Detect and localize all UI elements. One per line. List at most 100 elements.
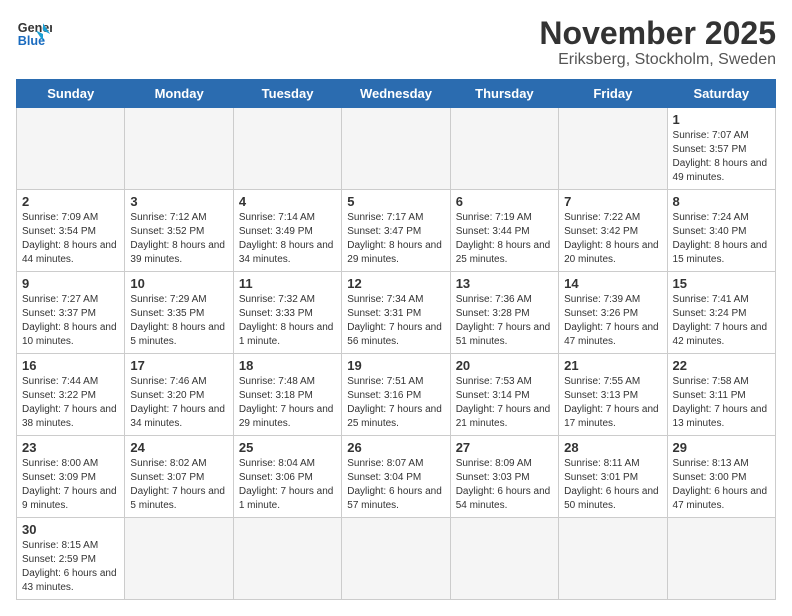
sunrise: Sunrise: 8:09 AM <box>456 457 553 471</box>
calendar-week-1: 1 Sunrise: 7:07 AM Sunset: 3:57 PM Dayli… <box>17 108 776 190</box>
daylight: Daylight: 8 hours and 15 minutes. <box>673 239 770 267</box>
daylight: Daylight: 8 hours and 44 minutes. <box>22 239 119 267</box>
day-number: 22 <box>673 358 770 373</box>
header: General Blue November 2025 Eriksberg, St… <box>16 16 776 69</box>
daylight: Daylight: 6 hours and 43 minutes. <box>22 567 119 595</box>
day-info: Sunrise: 7:39 AM Sunset: 3:26 PM Dayligh… <box>564 293 661 349</box>
calendar-cell <box>342 518 450 600</box>
sunrise: Sunrise: 7:17 AM <box>347 211 444 225</box>
day-number: 4 <box>239 194 336 209</box>
calendar-cell: 20 Sunrise: 7:53 AM Sunset: 3:14 PM Dayl… <box>450 354 558 436</box>
location: Eriksberg, Stockholm, Sweden <box>539 51 776 69</box>
day-number: 1 <box>673 112 770 127</box>
day-info: Sunrise: 7:46 AM Sunset: 3:20 PM Dayligh… <box>130 375 227 431</box>
sunset: Sunset: 3:40 PM <box>673 225 770 239</box>
sunrise: Sunrise: 7:27 AM <box>22 293 119 307</box>
day-number: 6 <box>456 194 553 209</box>
sunset: Sunset: 3:01 PM <box>564 471 661 485</box>
sunrise: Sunrise: 8:13 AM <box>673 457 770 471</box>
sunrise: Sunrise: 8:02 AM <box>130 457 227 471</box>
sunrise: Sunrise: 8:11 AM <box>564 457 661 471</box>
calendar-cell: 1 Sunrise: 7:07 AM Sunset: 3:57 PM Dayli… <box>667 108 775 190</box>
day-info: Sunrise: 7:51 AM Sunset: 3:16 PM Dayligh… <box>347 375 444 431</box>
sunrise: Sunrise: 7:09 AM <box>22 211 119 225</box>
daylight: Daylight: 8 hours and 49 minutes. <box>673 157 770 185</box>
day-number: 20 <box>456 358 553 373</box>
sunset: Sunset: 3:11 PM <box>673 389 770 403</box>
day-info: Sunrise: 7:19 AM Sunset: 3:44 PM Dayligh… <box>456 211 553 267</box>
sunrise: Sunrise: 7:36 AM <box>456 293 553 307</box>
calendar-cell: 10 Sunrise: 7:29 AM Sunset: 3:35 PM Dayl… <box>125 272 233 354</box>
calendar-cell: 17 Sunrise: 7:46 AM Sunset: 3:20 PM Dayl… <box>125 354 233 436</box>
calendar-cell: 16 Sunrise: 7:44 AM Sunset: 3:22 PM Dayl… <box>17 354 125 436</box>
day-number: 21 <box>564 358 661 373</box>
header-tuesday: Tuesday <box>233 80 341 108</box>
sunrise: Sunrise: 7:39 AM <box>564 293 661 307</box>
calendar-cell: 22 Sunrise: 7:58 AM Sunset: 3:11 PM Dayl… <box>667 354 775 436</box>
day-number: 14 <box>564 276 661 291</box>
daylight: Daylight: 7 hours and 13 minutes. <box>673 403 770 431</box>
month-title: November 2025 <box>539 16 776 51</box>
sunset: Sunset: 3:47 PM <box>347 225 444 239</box>
day-info: Sunrise: 8:11 AM Sunset: 3:01 PM Dayligh… <box>564 457 661 513</box>
day-number: 18 <box>239 358 336 373</box>
calendar-cell <box>559 518 667 600</box>
daylight: Daylight: 7 hours and 5 minutes. <box>130 485 227 513</box>
calendar-cell <box>233 518 341 600</box>
day-info: Sunrise: 7:53 AM Sunset: 3:14 PM Dayligh… <box>456 375 553 431</box>
sunset: Sunset: 3:03 PM <box>456 471 553 485</box>
day-info: Sunrise: 7:09 AM Sunset: 3:54 PM Dayligh… <box>22 211 119 267</box>
sunset: Sunset: 3:33 PM <box>239 307 336 321</box>
sunset: Sunset: 3:20 PM <box>130 389 227 403</box>
calendar-cell: 27 Sunrise: 8:09 AM Sunset: 3:03 PM Dayl… <box>450 436 558 518</box>
day-number: 3 <box>130 194 227 209</box>
sunset: Sunset: 3:31 PM <box>347 307 444 321</box>
day-number: 23 <box>22 440 119 455</box>
calendar-cell <box>667 518 775 600</box>
header-wednesday: Wednesday <box>342 80 450 108</box>
calendar-cell: 29 Sunrise: 8:13 AM Sunset: 3:00 PM Dayl… <box>667 436 775 518</box>
day-info: Sunrise: 7:27 AM Sunset: 3:37 PM Dayligh… <box>22 293 119 349</box>
sunrise: Sunrise: 8:15 AM <box>22 539 119 553</box>
daylight: Daylight: 8 hours and 10 minutes. <box>22 321 119 349</box>
daylight: Daylight: 7 hours and 51 minutes. <box>456 321 553 349</box>
sunrise: Sunrise: 7:48 AM <box>239 375 336 389</box>
day-number: 16 <box>22 358 119 373</box>
sunrise: Sunrise: 8:04 AM <box>239 457 336 471</box>
sunrise: Sunrise: 7:44 AM <box>22 375 119 389</box>
sunrise: Sunrise: 7:29 AM <box>130 293 227 307</box>
day-info: Sunrise: 7:29 AM Sunset: 3:35 PM Dayligh… <box>130 293 227 349</box>
header-monday: Monday <box>125 80 233 108</box>
daylight: Daylight: 7 hours and 38 minutes. <box>22 403 119 431</box>
calendar-cell <box>559 108 667 190</box>
day-number: 9 <box>22 276 119 291</box>
calendar-cell: 3 Sunrise: 7:12 AM Sunset: 3:52 PM Dayli… <box>125 190 233 272</box>
day-info: Sunrise: 7:12 AM Sunset: 3:52 PM Dayligh… <box>130 211 227 267</box>
day-info: Sunrise: 7:07 AM Sunset: 3:57 PM Dayligh… <box>673 129 770 185</box>
calendar-cell: 26 Sunrise: 8:07 AM Sunset: 3:04 PM Dayl… <box>342 436 450 518</box>
day-info: Sunrise: 7:58 AM Sunset: 3:11 PM Dayligh… <box>673 375 770 431</box>
calendar-week-5: 23 Sunrise: 8:00 AM Sunset: 3:09 PM Dayl… <box>17 436 776 518</box>
daylight: Daylight: 8 hours and 20 minutes. <box>564 239 661 267</box>
day-number: 19 <box>347 358 444 373</box>
sunset: Sunset: 3:18 PM <box>239 389 336 403</box>
calendar-cell: 23 Sunrise: 8:00 AM Sunset: 3:09 PM Dayl… <box>17 436 125 518</box>
day-number: 27 <box>456 440 553 455</box>
calendar-cell <box>450 518 558 600</box>
day-number: 29 <box>673 440 770 455</box>
calendar-cell: 15 Sunrise: 7:41 AM Sunset: 3:24 PM Dayl… <box>667 272 775 354</box>
daylight: Daylight: 8 hours and 39 minutes. <box>130 239 227 267</box>
sunrise: Sunrise: 7:12 AM <box>130 211 227 225</box>
calendar-cell: 5 Sunrise: 7:17 AM Sunset: 3:47 PM Dayli… <box>342 190 450 272</box>
sunset: Sunset: 3:24 PM <box>673 307 770 321</box>
daylight: Daylight: 7 hours and 56 minutes. <box>347 321 444 349</box>
day-number: 10 <box>130 276 227 291</box>
calendar-cell <box>125 518 233 600</box>
calendar-cell: 19 Sunrise: 7:51 AM Sunset: 3:16 PM Dayl… <box>342 354 450 436</box>
sunset: Sunset: 3:04 PM <box>347 471 444 485</box>
header-sunday: Sunday <box>17 80 125 108</box>
day-number: 11 <box>239 276 336 291</box>
day-number: 5 <box>347 194 444 209</box>
daylight: Daylight: 7 hours and 25 minutes. <box>347 403 444 431</box>
daylight: Daylight: 7 hours and 34 minutes. <box>130 403 227 431</box>
